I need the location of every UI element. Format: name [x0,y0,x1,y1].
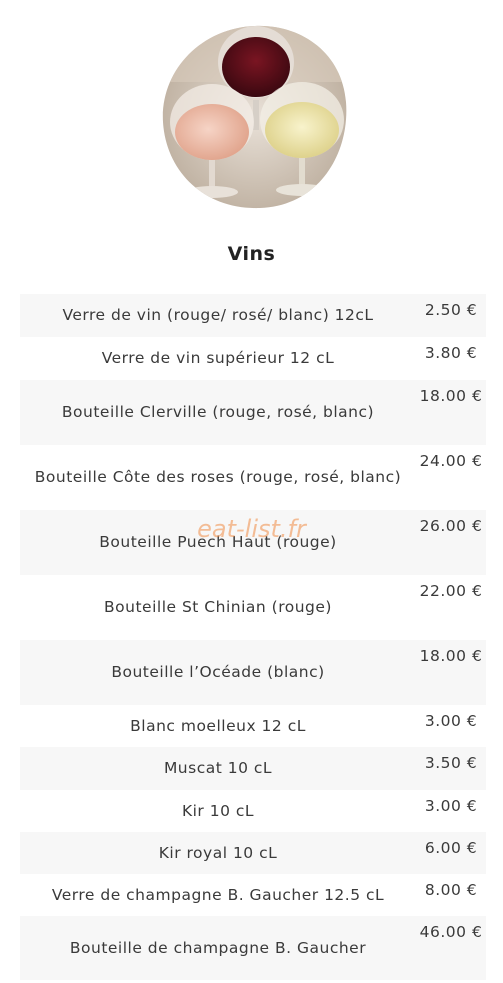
menu-row: Bouteille l’Océade (blanc) 18.00 € [20,640,486,705]
item-name: Kir 10 cL [181,801,255,820]
item-price: 18.00 € [419,647,483,665]
menu-row: Verre de vin supérieur 12 cL 3.80 € [20,337,486,380]
item-price: 3.00 € [424,797,478,815]
menu-row: Blanc moelleux 12 cL 3.00 € [20,705,486,747]
item-price: 8.00 € [424,881,478,899]
menu-row: Bouteille de champagne B. Gaucher 46.00 … [20,916,486,980]
item-price: 22.00 € [419,582,483,600]
item-name: Muscat 10 cL [163,759,273,777]
item-name: Bouteille Clerville (rouge, rosé, blanc) [61,403,375,421]
menu-row: Verre de champagne B. Gaucher 12.5 cL 8.… [20,874,486,916]
item-name: Bouteille Côte des roses (rouge, rosé, b… [34,468,402,486]
menu-row: Muscat 10 cL 3.50 € [20,747,486,790]
wine-menu-table: Verre de vin (rouge/ rosé/ blanc) 12cL 2… [20,294,486,980]
menu-row: Bouteille Clerville (rouge, rosé, blanc)… [20,380,486,445]
section-title: Vins [227,243,276,265]
item-name: Bouteille St Chinian (rouge) [104,598,332,616]
item-price: 3.00 € [424,712,478,730]
menu-row: Kir 10 cL 3.00 € [20,790,486,832]
item-name: Bouteille de champagne B. Gaucher [69,938,367,957]
item-price: 18.00 € [419,387,483,405]
menu-row: Bouteille St Chinian (rouge) 22.00 € [20,575,486,640]
item-price: 6.00 € [424,839,478,857]
item-name: Blanc moelleux 12 cL [130,716,306,735]
item-price: 26.00 € [419,517,483,535]
item-price: 2.50 € [424,301,478,319]
menu-row: Kir royal 10 cL 6.00 € [20,832,486,874]
item-name: Verre de champagne B. Gaucher 12.5 cL [51,885,385,904]
item-name: Verre de vin (rouge/ rosé/ blanc) 12cL [62,306,374,324]
item-price: 46.00 € [419,923,483,941]
item-name: Verre de vin supérieur 12 cL [101,349,335,367]
item-name: Bouteille l’Océade (blanc) [111,663,325,681]
item-price: 3.80 € [424,344,478,362]
item-price: 3.50 € [424,754,478,772]
menu-row: Verre de vin (rouge/ rosé/ blanc) 12cL 2… [20,294,486,337]
item-name: Kir royal 10 cL [158,843,278,862]
item-price: 24.00 € [419,452,483,470]
item-name: Bouteille Puech Haut (rouge) [99,533,337,551]
menu-row: Bouteille Puech Haut (rouge) 26.00 € [20,510,486,575]
wine-glasses-image [162,25,347,209]
menu-row: Bouteille Côte des roses (rouge, rosé, b… [20,445,486,510]
